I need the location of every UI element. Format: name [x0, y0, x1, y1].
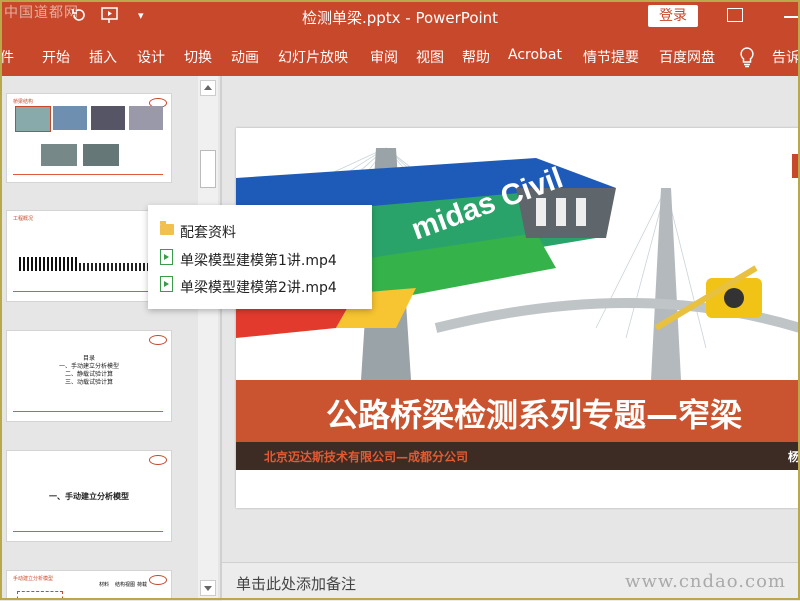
slide-subtitle-right: 杨 [788, 450, 800, 464]
file-name: 配套资料 [180, 225, 236, 241]
tab-help[interactable]: 帮助 [462, 47, 490, 67]
tab-transitions[interactable]: 切换 [184, 47, 212, 67]
tab-slideshow[interactable]: 幻灯片放映 [278, 47, 348, 67]
bridge-photo [53, 106, 87, 130]
girder-elevation-drawing [79, 263, 149, 271]
lightbulb-icon[interactable] [738, 46, 756, 68]
divider-line [13, 411, 163, 412]
file-list-popup: 配套资料 单梁模型建模第1讲.mp4 单梁模型建模第2讲.mp4 [148, 205, 372, 309]
divider-line [13, 291, 163, 292]
ribbon-tabs: 件 开始 插入 设计 切换 动画 幻灯片放映 审阅 视图 帮助 Acrobat … [0, 34, 800, 76]
file-name: 单梁模型建模第1讲.mp4 [180, 253, 337, 269]
toc-title: 目录 [82, 355, 95, 362]
ribbon-display-options-icon[interactable] [727, 8, 743, 22]
slide-thumbnail-pane: 桥梁结构 工程概况 目录 一、手动建立分析模型 二、静载试验计算 三、动载试验计… [0, 76, 198, 600]
slide-subtitle-band: 北京迈达斯技术有限公司—成都分公司 杨 [236, 442, 800, 470]
slide-title-band: 公路桥梁检测系列专题—窄梁 [236, 380, 800, 442]
toc-text: 目录 一、手动建立分析模型 二、静载试验计算 三、动载试验计算 [7, 355, 171, 387]
bridge-photo [83, 144, 119, 166]
slide-thumbnail[interactable]: 手动建立分析模型 材料 结构视图 荷载 [6, 570, 172, 600]
divider-line [13, 531, 163, 532]
file-name: 单梁模型建模第2讲.mp4 [180, 280, 337, 296]
highlight-box [17, 591, 63, 600]
toc-item: 三、动载试验计算 [64, 379, 113, 386]
minimize-icon[interactable] [784, 16, 798, 18]
toc-item: 一、手动建立分析模型 [58, 363, 119, 370]
tab-baidu-netdisk[interactable]: 百度网盘 [659, 47, 715, 67]
video-file-icon [160, 276, 173, 292]
tab-view[interactable]: 视图 [416, 47, 444, 67]
column-label: 材料 [99, 582, 110, 588]
login-button[interactable]: 登录 [648, 5, 698, 27]
scroll-up-arrow-icon[interactable] [200, 80, 216, 96]
logo-icon [149, 455, 167, 465]
watermark-url: www.cndao.com [625, 571, 786, 592]
slide-editor: midas Civil 公路桥梁检测系列专题—窄梁 北京迈达斯技术有限公司—成都… [222, 76, 800, 601]
tab-acrobat[interactable]: Acrobat [508, 47, 562, 63]
tab-storyboarding[interactable]: 情节提要 [583, 47, 639, 67]
bridge-photo [129, 106, 163, 130]
logo-icon [149, 575, 167, 585]
slide-thumbnail[interactable]: 一、手动建立分析模型 [6, 450, 172, 542]
current-slide[interactable]: midas Civil 公路桥梁检测系列专题—窄梁 北京迈达斯技术有限公司—成都… [236, 128, 800, 508]
tab-home[interactable]: 开始 [42, 47, 70, 67]
divider-line [13, 174, 163, 175]
tab-file[interactable]: 件 [0, 47, 14, 67]
video-file-icon [160, 249, 173, 265]
folder-icon [160, 221, 174, 235]
girder-section-drawing [19, 257, 79, 271]
bridge-photo [41, 144, 77, 166]
bridge-photo [15, 106, 51, 132]
slide-subtitle[interactable]: 北京迈达斯技术有限公司—成都分公司 [264, 448, 468, 465]
notes-placeholder[interactable]: 单击此处添加备注 [236, 573, 356, 594]
tab-review[interactable]: 审阅 [370, 47, 398, 67]
tab-animations[interactable]: 动画 [231, 47, 259, 67]
section-title: 一、手动建立分析模型 [49, 492, 129, 501]
slide-thumbnail[interactable]: 目录 一、手动建立分析模型 二、静载试验计算 三、动载试验计算 [6, 330, 172, 422]
thumbnail-scrollbar[interactable] [198, 76, 218, 600]
title-bar: 中国道都网 ▾ 检测单梁.pptx - PowerPoint 登录 [0, 0, 800, 34]
thumbnail-header: 工程概况 [13, 216, 34, 222]
bridge-photo [91, 106, 125, 130]
scroll-down-arrow-icon[interactable] [200, 580, 216, 596]
tab-insert[interactable]: 插入 [89, 47, 117, 67]
logo-icon [149, 335, 167, 345]
slide-thumbnail[interactable]: 桥梁结构 [6, 93, 172, 183]
notes-pane[interactable]: 单击此处添加备注 www.cndao.com [222, 562, 800, 601]
toc-item: 二、静载试验计算 [64, 371, 113, 378]
column-label: 结构视图 [115, 582, 136, 588]
slide-title[interactable]: 公路桥梁检测系列专题—窄梁 [326, 390, 742, 436]
tab-design[interactable]: 设计 [137, 47, 165, 67]
thumbnail-header: 桥梁结构 [13, 99, 34, 105]
column-label: 荷载 [137, 582, 148, 588]
tell-me-search[interactable]: 告诉 [772, 47, 800, 67]
scroll-thumb[interactable] [200, 150, 216, 188]
thumbnail-header: 手动建立分析模型 [13, 576, 54, 582]
